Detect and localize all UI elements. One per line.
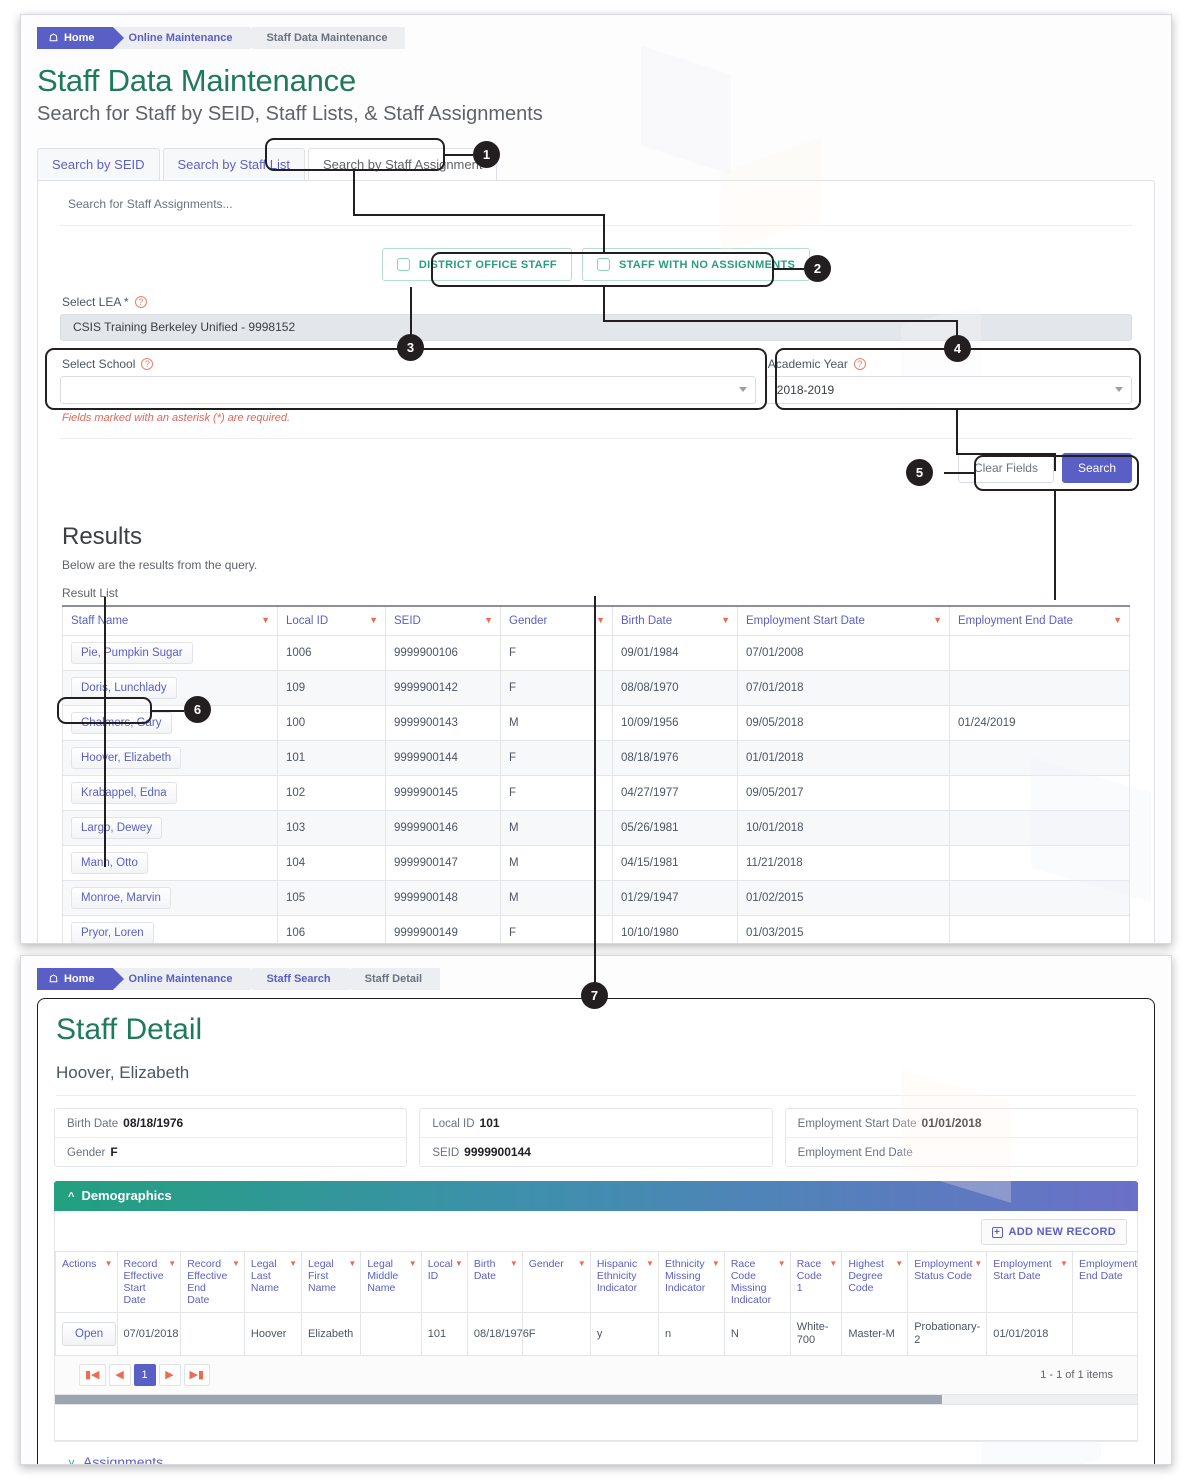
callout-3: 3 [397, 334, 424, 361]
annotation-overlay: 1 2 3 4 5 6 7 [0, 0, 1192, 1481]
callout-6: 6 [184, 696, 211, 723]
callout-highlight-2 [431, 252, 774, 287]
callout-4: 4 [944, 335, 971, 362]
callout-highlight-1 [265, 138, 445, 171]
callout-1: 1 [473, 141, 500, 168]
callout-5: 5 [906, 459, 933, 486]
callout-7: 7 [581, 982, 608, 1009]
callout-2: 2 [804, 255, 831, 282]
callout-highlight-5 [974, 455, 1139, 491]
